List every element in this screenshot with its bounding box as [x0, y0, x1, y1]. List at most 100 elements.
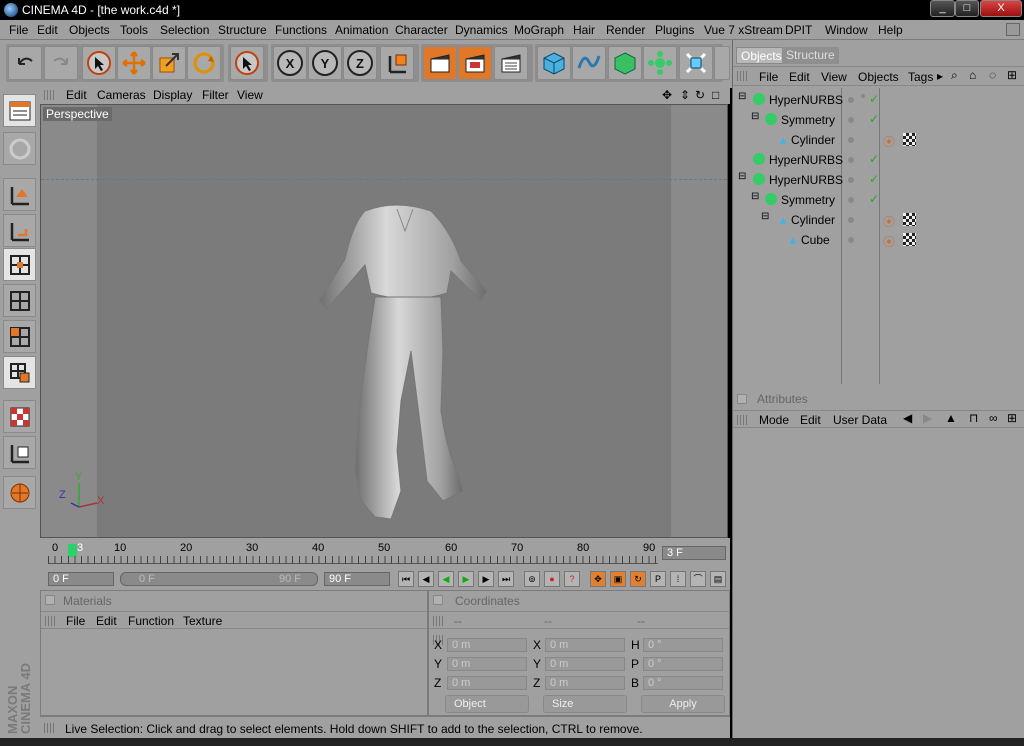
move-tool-button[interactable]: [117, 46, 151, 80]
current-frame-field[interactable]: 3 F: [662, 546, 726, 560]
materials-menu-texture[interactable]: Texture: [183, 614, 222, 628]
eye-icon[interactable]: ◌: [989, 68, 996, 82]
object-name[interactable]: Cylinder: [791, 133, 835, 147]
minimize-button[interactable]: _: [930, 0, 955, 17]
apply-button[interactable]: Apply: [641, 695, 725, 713]
visibility-dot[interactable]: [848, 197, 854, 203]
use-polygon-tool-button[interactable]: [3, 320, 36, 353]
size-mode-dropdown[interactable]: Size: [543, 695, 627, 713]
z-axis-lock-button[interactable]: Z: [343, 46, 377, 80]
maximize-button[interactable]: □: [955, 0, 979, 17]
objects-menu-objects[interactable]: Objects: [858, 70, 899, 84]
tree-row-symmetry-1[interactable]: ⊟ Symmetry ✓: [733, 110, 1024, 130]
more-tools-button[interactable]: [714, 46, 730, 80]
tree-row-hypernurbs-2[interactable]: HyperNURBS ✓: [733, 150, 1024, 170]
end-frame-field[interactable]: 90 F: [324, 572, 390, 586]
use-texture-tool-button[interactable]: [3, 132, 36, 165]
menu-structure[interactable]: Structure: [218, 23, 267, 37]
enabled-check-icon[interactable]: ✓: [869, 92, 879, 106]
render-view-button[interactable]: [423, 46, 457, 80]
object-name[interactable]: HyperNURBS: [769, 173, 843, 187]
play-forward-button[interactable]: ▶: [458, 571, 474, 587]
keyframe-selection-button[interactable]: ?: [564, 571, 580, 587]
material-tag-icon[interactable]: ⦿: [883, 233, 895, 250]
timeline-window-button[interactable]: ▤: [710, 571, 726, 587]
new-window-icon[interactable]: ⊞: [1007, 68, 1017, 82]
menu-file[interactable]: File: [9, 23, 28, 37]
material-tag-icon[interactable]: ⦿: [883, 213, 895, 230]
enabled-check-icon[interactable]: ✓: [869, 112, 879, 126]
menu-help[interactable]: Help: [878, 23, 903, 37]
visibility-dot[interactable]: [848, 177, 854, 183]
texture-tag-icon[interactable]: [903, 213, 916, 226]
autokey-button[interactable]: ●: [544, 571, 560, 587]
size-y-input[interactable]: 0 m: [545, 657, 625, 671]
viewport-maximize-icon[interactable]: □: [712, 88, 719, 102]
back-arrow-icon[interactable]: ◀: [903, 411, 912, 425]
link-icon[interactable]: ∞: [989, 411, 998, 425]
enabled-check-icon[interactable]: ✓: [869, 172, 879, 186]
collapse-icon[interactable]: ⊟: [761, 211, 769, 222]
visibility-dot[interactable]: [848, 157, 854, 163]
add-cube-button[interactable]: [537, 46, 571, 80]
pos-y-input[interactable]: 0 m: [447, 657, 527, 671]
recent-tool-button[interactable]: [230, 46, 264, 80]
menu-window[interactable]: Window: [825, 23, 868, 37]
menu-functions[interactable]: Functions: [275, 23, 327, 37]
objects-menu-view[interactable]: View: [821, 70, 847, 84]
tree-row-hypernurbs-1[interactable]: ⊟ HyperNURBS ✓: [733, 90, 1024, 110]
viewport-menu-filter[interactable]: Filter: [202, 88, 229, 102]
menu-mograph[interactable]: MoGraph: [514, 23, 564, 37]
tab-objects[interactable]: Objects: [736, 47, 787, 64]
record-parameter-button[interactable]: P: [650, 571, 666, 587]
visibility-dot[interactable]: [848, 237, 854, 243]
character-model[interactable]: [301, 201, 501, 521]
coordinate-system-button[interactable]: [380, 46, 414, 80]
attributes-menu-edit[interactable]: Edit: [800, 413, 821, 427]
enabled-check-icon[interactable]: ✓: [869, 192, 879, 206]
menu-character[interactable]: Character: [395, 23, 448, 37]
tree-row-hypernurbs-3[interactable]: ⊟ HyperNURBS ✓: [733, 170, 1024, 190]
sculpt-button[interactable]: [3, 476, 36, 509]
object-name[interactable]: HyperNURBS: [769, 93, 843, 107]
menu-animation[interactable]: Animation: [335, 23, 388, 37]
search-icon[interactable]: ⌕: [951, 68, 958, 83]
visibility-dot[interactable]: [848, 137, 854, 143]
collapse-icon[interactable]: ⊟: [751, 191, 759, 202]
more-arrow-icon[interactable]: ▸: [937, 69, 943, 83]
viewport-menu-view[interactable]: View: [237, 88, 263, 102]
y-axis-lock-button[interactable]: Y: [308, 46, 342, 80]
object-name[interactable]: Symmetry: [781, 113, 835, 127]
render-settings-button[interactable]: [494, 46, 528, 80]
scale-tool-button[interactable]: [152, 46, 186, 80]
menu-hair[interactable]: Hair: [573, 23, 595, 37]
pos-z-input[interactable]: 0 m: [447, 676, 527, 690]
add-array-button[interactable]: [643, 46, 677, 80]
next-key-button[interactable]: ▶: [478, 571, 494, 587]
viewport-zoom-icon[interactable]: ⇕: [680, 88, 690, 102]
forward-arrow-icon[interactable]: ▶: [923, 411, 932, 425]
visibility-dot[interactable]: [848, 217, 854, 223]
render-picture-viewer-button[interactable]: [458, 46, 492, 80]
use-point-tool-button[interactable]: [3, 248, 36, 281]
visibility-dot[interactable]: [848, 117, 854, 123]
prev-key-button[interactable]: ◀: [418, 571, 434, 587]
viewport-menu-cameras[interactable]: Cameras: [97, 88, 146, 102]
goto-end-button[interactable]: ⏭: [498, 571, 514, 587]
size-x-input[interactable]: 0 m: [545, 638, 625, 652]
lock-icon[interactable]: ⊓: [969, 411, 978, 425]
interpolation-button[interactable]: ⌒: [690, 571, 706, 587]
menu-objects[interactable]: Objects: [69, 23, 110, 37]
home-icon[interactable]: ⌂: [969, 68, 976, 82]
menu-edit[interactable]: Edit: [37, 23, 58, 37]
record-pla-button[interactable]: ⁞: [670, 571, 686, 587]
close-button[interactable]: X: [980, 0, 1022, 17]
use-model-selection-button[interactable]: [3, 356, 36, 389]
attributes-menu-mode[interactable]: Mode: [759, 413, 789, 427]
use-model-tool-button[interactable]: [3, 94, 36, 127]
viewport-menu-edit[interactable]: Edit: [66, 88, 87, 102]
preview-range-slider[interactable]: 0 F 90 F: [120, 572, 318, 586]
menu-render[interactable]: Render: [606, 23, 645, 37]
texture-tag-icon[interactable]: [903, 233, 916, 246]
tree-row-symmetry-2[interactable]: ⊟ Symmetry ✓: [733, 190, 1024, 210]
